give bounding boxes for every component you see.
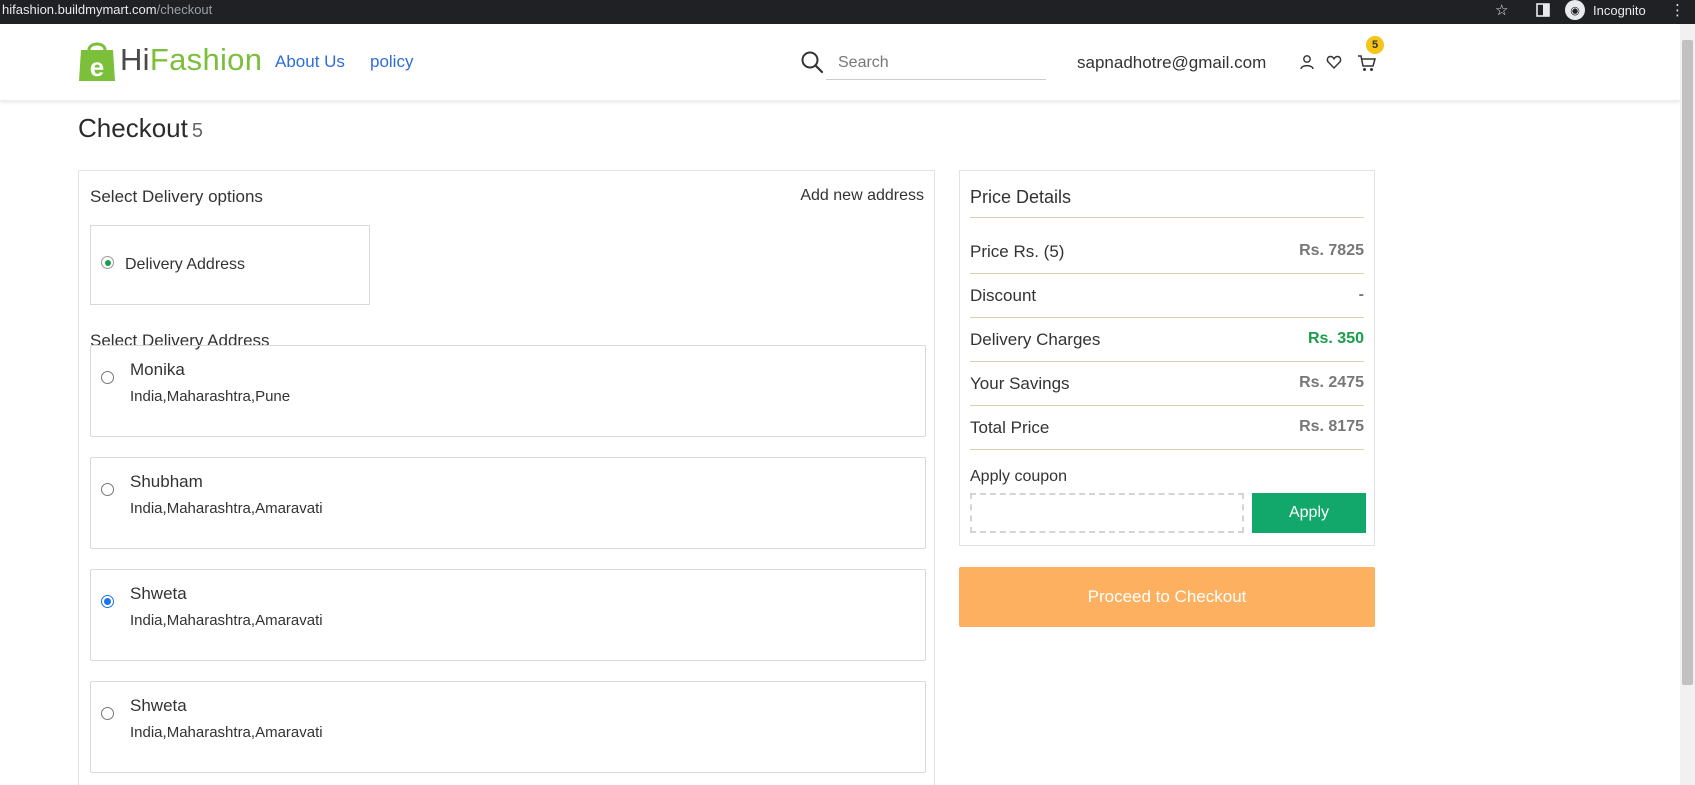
nav-about-us[interactable]: About Us	[275, 52, 345, 72]
user-icon[interactable]	[1299, 54, 1315, 75]
divider	[970, 217, 1364, 218]
savings-row: Your Savings Rs. 2475	[970, 362, 1364, 406]
price-row-value: Rs. 7825	[1299, 242, 1364, 259]
total-price-value: Rs. 8175	[1299, 418, 1364, 435]
address-card[interactable]: Shweta India,Maharashtra,Amaravati	[90, 569, 926, 661]
wishlist-heart-icon[interactable]	[1326, 54, 1342, 75]
delivery-option-radio[interactable]	[101, 256, 114, 269]
logo-bag-icon: e	[78, 38, 116, 82]
add-new-address-link[interactable]: Add new address	[800, 187, 924, 205]
delivery-options-heading: Select Delivery options	[90, 187, 263, 206]
page: e HiFashion About Us policy sapnadhotre@…	[0, 24, 1680, 785]
address-location: India,Maharashtra,Amaravati	[130, 500, 323, 517]
discount-value: -	[1358, 286, 1364, 303]
delivery-option-card[interactable]: Delivery Address	[90, 225, 370, 305]
coupon-label: Apply coupon	[970, 468, 1067, 485]
browser-menu-icon[interactable]: ⋮	[1670, 0, 1685, 20]
address-card[interactable]: Shweta India,Maharashtra,Amaravati	[90, 681, 926, 773]
nav-policy[interactable]: policy	[370, 52, 413, 72]
proceed-to-checkout-button[interactable]: Proceed to Checkout	[959, 567, 1375, 627]
price-details-heading: Price Details	[970, 187, 1072, 207]
total-price-row: Total Price Rs. 8175	[970, 406, 1364, 450]
savings-label: Your Savings	[970, 374, 1070, 393]
delivery-charges-value: Rs. 350	[1307, 330, 1364, 347]
page-title-text: Checkout	[78, 113, 188, 143]
url-domain: hifashion.buildmymart.com	[2, 2, 157, 17]
logo-letter: e	[90, 52, 104, 82]
search-bar	[800, 46, 1046, 80]
address-name: Shubham	[130, 472, 203, 491]
cart-icon[interactable]	[1357, 54, 1377, 77]
cart-count-badge: 5	[1366, 36, 1384, 54]
address-radio[interactable]	[101, 483, 114, 496]
discount-row: Discount -	[970, 274, 1364, 318]
price-row-label: Price Rs. (5)	[970, 242, 1065, 261]
address-name: Shweta	[130, 584, 187, 603]
address-name: Shweta	[130, 696, 187, 715]
address-location: India,Maharashtra,Amaravati	[130, 724, 323, 741]
delivery-panel: Select Delivery options Add new address …	[78, 170, 935, 785]
search-icon[interactable]	[800, 50, 824, 79]
address-card[interactable]: Monika India,Maharashtra,Pune	[90, 345, 926, 437]
page-title-count: 5	[191, 120, 203, 142]
discount-label: Discount	[970, 286, 1037, 305]
address-bar[interactable]: hifashion.buildmymart.com/checkout	[2, 2, 212, 17]
logo-text-hi: Hi	[120, 42, 150, 77]
search-input[interactable]	[826, 46, 1046, 80]
side-panel-icon[interactable]	[1536, 0, 1550, 20]
address-radio[interactable]	[101, 707, 114, 720]
page-scrollbar[interactable]	[1680, 24, 1695, 785]
address-location: India,Maharashtra,Pune	[130, 388, 291, 405]
coupon-input[interactable]	[970, 493, 1244, 533]
user-email[interactable]: sapnadhotre@gmail.com	[1077, 53, 1266, 73]
site-header: e HiFashion About Us policy sapnadhotre@…	[0, 24, 1680, 101]
total-price-label: Total Price	[970, 418, 1050, 437]
page-title: Checkout 5	[78, 113, 203, 144]
incognito-icon: ◉	[1565, 0, 1585, 20]
delivery-charges-row: Delivery Charges Rs. 350	[970, 318, 1364, 362]
price-details-panel: Price Details Price Rs. (5) Rs. 7825 Dis…	[959, 170, 1375, 546]
incognito-label: Incognito	[1593, 2, 1646, 18]
address-location: India,Maharashtra,Amaravati	[130, 612, 323, 629]
browser-toolbar: hifashion.buildmymart.com/checkout ☆ ◉ I…	[0, 0, 1695, 24]
address-radio-selected[interactable]	[101, 595, 114, 608]
incognito-indicator[interactable]: ◉ Incognito	[1565, 0, 1646, 20]
site-logo[interactable]: e HiFashion	[78, 38, 262, 82]
savings-value: Rs. 2475	[1299, 374, 1364, 391]
bookmark-star-icon[interactable]: ☆	[1495, 0, 1508, 20]
address-card[interactable]: Shubham India,Maharashtra,Amaravati	[90, 457, 926, 549]
logo-text-fashion: Fashion	[149, 42, 263, 77]
price-row: Price Rs. (5) Rs. 7825	[970, 230, 1364, 274]
delivery-option-label: Delivery Address	[125, 256, 246, 273]
scrollbar-thumb[interactable]	[1682, 40, 1693, 685]
address-name: Monika	[130, 360, 185, 379]
url-path: /checkout	[156, 2, 213, 17]
apply-coupon-button[interactable]: Apply	[1252, 493, 1366, 533]
delivery-charges-label: Delivery Charges	[970, 330, 1101, 349]
logo-text: HiFashion	[120, 42, 262, 78]
address-radio[interactable]	[101, 371, 114, 384]
